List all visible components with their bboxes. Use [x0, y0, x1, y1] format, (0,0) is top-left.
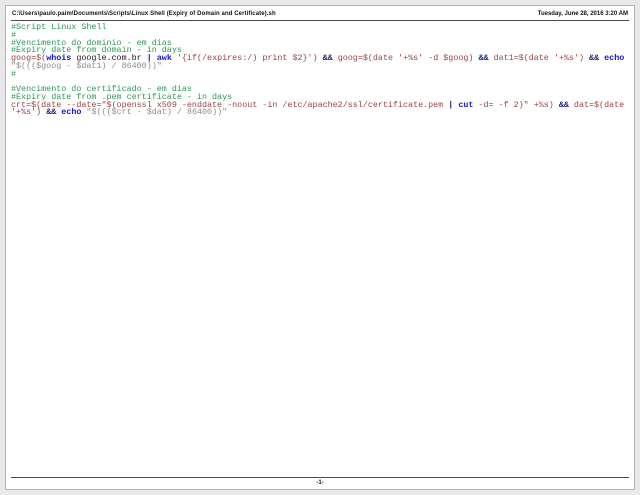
code-line: #Script Linux Shell — [11, 22, 629, 32]
code-token-operator: && — [46, 107, 57, 118]
code-token-keyword: echo — [61, 107, 82, 118]
code-token-string: "$((($crt - $dat) / 86400))" — [86, 107, 228, 118]
code-token-comment: #Script Linux Shell — [11, 22, 107, 32]
code-token-code: '+%s') — [11, 107, 47, 118]
code-line: '+%s') && echo "$((($crt - $dat) / 86400… — [11, 107, 629, 118]
code-token-keyword: echo — [604, 53, 625, 63]
code-token-code: dat1=$(date '+%s') — [488, 53, 590, 63]
code-block: #Script Linux Shell # #Vencimento do domin… — [11, 22, 629, 118]
code-token-operator: && — [478, 53, 489, 63]
code-line: "$((($goog - $dat1) / 86400))" — [11, 60, 629, 71]
code-token-operator: && — [558, 99, 569, 110]
document-canvas: { "header": { "file_path": "C:\\Users\\p… — [0, 0, 640, 495]
code-token-operator: && — [589, 53, 600, 63]
file-path: C:\Users\paulo.paim\Documents\Scripts\Li… — [12, 11, 276, 17]
code-token-code: '{if(/expires:/) print $2}') — [171, 53, 323, 63]
printed-page: C:\Users\paulo.paim\Documents\Scripts\Li… — [5, 5, 635, 490]
code-token-code: dat=$(date — [568, 99, 625, 110]
code-token-code: -d= -f 2)" +%s) — [473, 99, 559, 110]
code-line: # — [11, 69, 629, 79]
code-token-string: "$((($goog - $dat1) / 86400))" — [11, 60, 162, 71]
code-token-code: goog=$(date '+%s' -d $goog) — [332, 53, 479, 63]
code-token-operator: && — [322, 53, 333, 63]
page-number: -1- — [316, 480, 324, 486]
code-token-keyword: cut — [458, 99, 474, 110]
page-header: C:\Users\paulo.paim\Documents\Scripts\Li… — [11, 10, 629, 21]
page-footer: -1- — [11, 477, 629, 486]
print-date: Tuesday, June 28, 2016 3:20 AM — [537, 11, 628, 17]
